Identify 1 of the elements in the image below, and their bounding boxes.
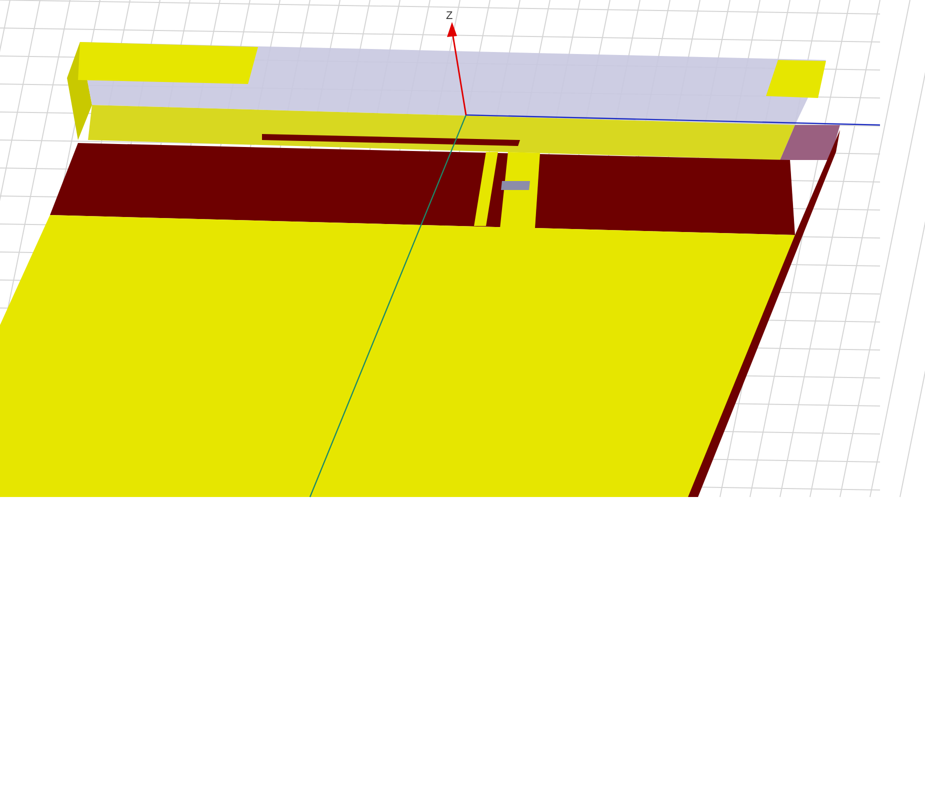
axis-label: Z	[446, 10, 453, 22]
